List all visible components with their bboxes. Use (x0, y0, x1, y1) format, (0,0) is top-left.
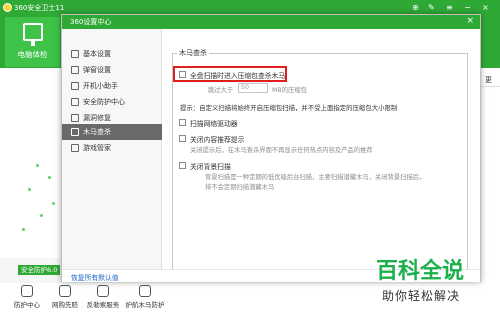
nav-checkup[interactable]: 电脑体检 (5, 17, 60, 67)
sidebar-item-basic[interactable]: 基本设置 (62, 46, 162, 62)
sidebar-item-label: 弹窗设置 (83, 66, 111, 74)
compressed-scan-checkbox[interactable] (179, 71, 186, 78)
skip-suffix: MB的压缩包 (272, 87, 307, 94)
bottom-item-label: 反勒索服务 (86, 301, 120, 309)
decor-dot (48, 176, 51, 179)
sidebar-item-label: 基本设置 (83, 50, 111, 58)
right-strip-label[interactable]: 更 (485, 75, 492, 85)
content-tip-checkbox[interactable] (179, 135, 186, 142)
main-left-panel (0, 68, 62, 258)
sidebar-item-label: 木马查杀 (83, 128, 111, 136)
content-tip-label[interactable]: 关闭内容推荐提示 (190, 134, 244, 144)
compressed-scan-label[interactable]: 全盘扫描时进入压缩包查杀木马 (190, 70, 285, 80)
settings-dialog: 360设置中心 × 基本设置 弹窗设置 开机小助手 安全防护中心 漏洞修复 木马… (61, 14, 481, 282)
background-scan-label[interactable]: 关闭背景扫描 (190, 161, 231, 171)
decor-dot (22, 228, 25, 231)
sidebar-item-trojan[interactable]: 木马查杀 (62, 124, 162, 140)
bottom-item-label: 护航木马防护 (125, 301, 165, 309)
gamepad-icon (71, 144, 79, 152)
horse-icon (139, 285, 151, 297)
shield-icon (21, 285, 33, 297)
skip-size-input[interactable]: 50 (238, 83, 268, 93)
sidebar-item-startup[interactable]: 开机小助手 (62, 78, 162, 94)
app-title: 360安全卫士11 (14, 4, 65, 12)
decor-dot (40, 214, 43, 217)
lock-icon (97, 285, 109, 297)
settings-sidebar: 基本设置 弹窗设置 开机小助手 安全防护中心 漏洞修复 木马查杀 游戏管家 (62, 29, 162, 276)
background-scan-desc: 背景扫描是一种定期的低优级后台扫描，主要扫描潜藏木马，关闭背景扫描后， (205, 174, 426, 181)
popup-icon (71, 66, 79, 74)
dialog-close-icon[interactable]: × (466, 16, 474, 27)
gear-icon (71, 50, 79, 58)
main-titlebar: 360安全卫士11 ⊕ ✎ ≡ − × (0, 0, 500, 15)
skip-prefix: 跳过大于 (208, 87, 234, 94)
watermark-title: 百科全说 (376, 259, 465, 284)
background-scan-checkbox[interactable] (179, 162, 186, 169)
close-icon[interactable]: × (480, 2, 491, 13)
minimize-icon[interactable]: − (462, 2, 473, 13)
bug-icon (71, 114, 79, 122)
decor-dot (52, 202, 55, 205)
scan-hint: 提示：自定义扫描将始终开启压缩包扫描，并不受上面指定的压缩包大小限制 (180, 104, 398, 112)
sidebar-item-protection[interactable]: 安全防护中心 (62, 94, 162, 110)
background-scan-desc-2: 将不会定期扫描潜藏木马 (205, 184, 275, 191)
sidebar-item-popup[interactable]: 弹窗设置 (62, 62, 162, 78)
settings-content: 木马查杀 全盘扫描时进入压缩包查杀木马 跳过大于 50 MB的压缩包 提示：自定… (163, 29, 480, 276)
sidebar-item-label: 安全防护中心 (83, 98, 125, 106)
version-badge: 安全防护6.0 (18, 265, 61, 275)
sidebar-item-game[interactable]: 游戏管家 (62, 140, 162, 156)
feedback-icon[interactable]: ✎ (426, 2, 437, 13)
sidebar-item-label: 开机小助手 (83, 82, 118, 90)
trojan-icon (71, 128, 79, 136)
decor-dot (36, 164, 39, 167)
network-drive-label[interactable]: 扫描网络驱动器 (190, 118, 238, 128)
sidebar-item-label: 游戏管家 (83, 144, 111, 152)
bottom-item-trojan-guard[interactable]: 护航木马防护 (122, 285, 168, 309)
shield-icon (71, 98, 79, 106)
content-tip-desc: 关闭提示后，在木马查杀界面不再显示任何热点内容及产品的推荐 (190, 147, 373, 154)
app-logo-icon (3, 3, 12, 12)
bottom-item-shopping[interactable]: 网购先赔 (44, 285, 86, 309)
group-title: 木马查杀 (177, 48, 209, 58)
bottom-item-label: 网购先赔 (52, 301, 78, 309)
menu-icon[interactable]: ≡ (444, 2, 455, 13)
nav-checkup-label: 电脑体检 (17, 50, 48, 59)
bottom-item-protection[interactable]: 防护中心 (6, 285, 48, 309)
restore-defaults-link[interactable]: 恢复所有默认值 (71, 272, 119, 282)
network-drive-checkbox[interactable] (179, 119, 186, 126)
bottom-item-label: 防护中心 (14, 301, 40, 309)
power-icon (71, 82, 79, 90)
watermark: 百科全说 助你轻松解决 (374, 253, 492, 308)
watermark-subtitle: 助你轻松解决 (382, 289, 461, 303)
shirt-icon[interactable]: ⊕ (410, 2, 421, 13)
bottom-item-ransom[interactable]: 反勒索服务 (82, 285, 124, 309)
cart-icon (59, 285, 71, 297)
decor-dot (28, 188, 31, 191)
monitor-icon (23, 23, 43, 46)
dialog-title: 360设置中心 (70, 18, 112, 26)
dialog-titlebar[interactable]: 360设置中心 × (62, 15, 480, 29)
